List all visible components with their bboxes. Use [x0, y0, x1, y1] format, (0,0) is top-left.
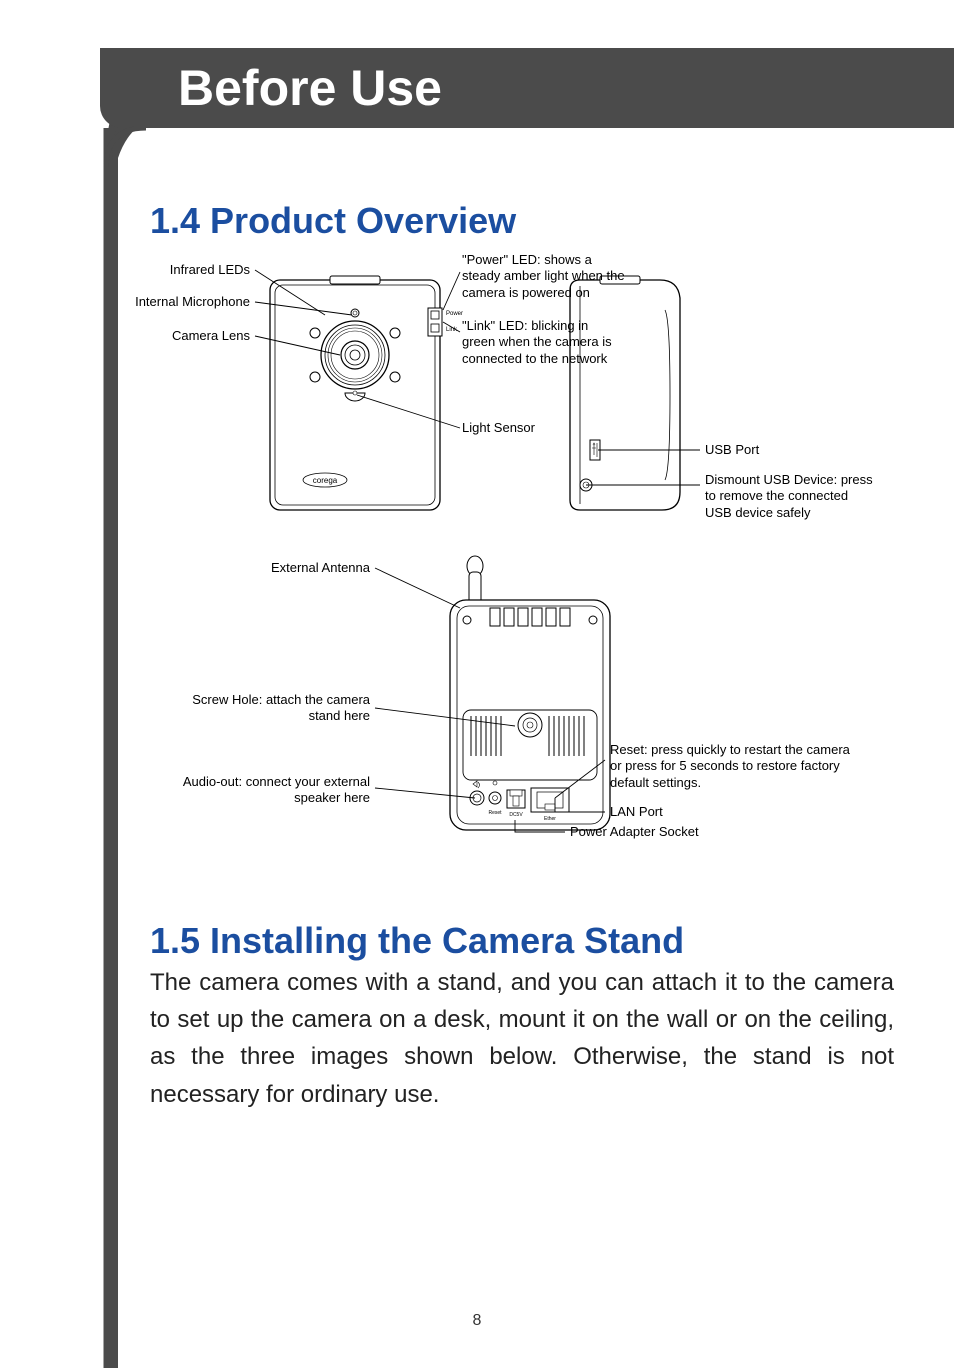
header-bar: Before Use: [100, 48, 954, 128]
tiny-power-label: Power: [446, 311, 463, 317]
section-1-5-body: The camera comes with a stand, and you c…: [150, 964, 894, 1113]
label-infrared-leds: Infrared LEDs: [120, 262, 250, 278]
product-overview-diagram: Power Link: [160, 260, 870, 880]
page-number: 8: [0, 1312, 954, 1330]
brand-label: corega: [313, 476, 338, 485]
label-power-adapter-socket: Power Adapter Socket: [570, 824, 770, 840]
label-external-antenna: External Antenna: [220, 560, 370, 576]
svg-text:Ether: Ether: [544, 816, 556, 822]
label-camera-lens: Camera Lens: [120, 328, 250, 344]
page-title: Before Use: [178, 59, 442, 117]
label-audio-out: Audio-out: connect your external speaker…: [180, 774, 370, 807]
label-lan-port: LAN Port: [610, 804, 760, 820]
section-1-4-heading: 1.4 Product Overview: [150, 200, 894, 242]
label-power-led: "Power" LED: shows a steady amber light …: [462, 252, 632, 301]
label-reset: Reset: press quickly to restart the came…: [610, 742, 860, 791]
svg-text:Reset: Reset: [488, 810, 502, 816]
label-internal-microphone: Internal Microphone: [80, 294, 250, 310]
label-link-led: "Link" LED: blicking in green when the c…: [462, 318, 612, 367]
label-dismount-usb: Dismount USB Device: press to remove the…: [705, 472, 875, 521]
svg-text:DC5V: DC5V: [509, 812, 523, 818]
label-light-sensor: Light Sensor: [462, 420, 612, 436]
label-screw-hole: Screw Hole: attach the camera stand here: [180, 692, 370, 725]
section-1-5-heading: 1.5 Installing the Camera Stand: [150, 920, 894, 962]
label-usb-port: USB Port: [705, 442, 855, 458]
